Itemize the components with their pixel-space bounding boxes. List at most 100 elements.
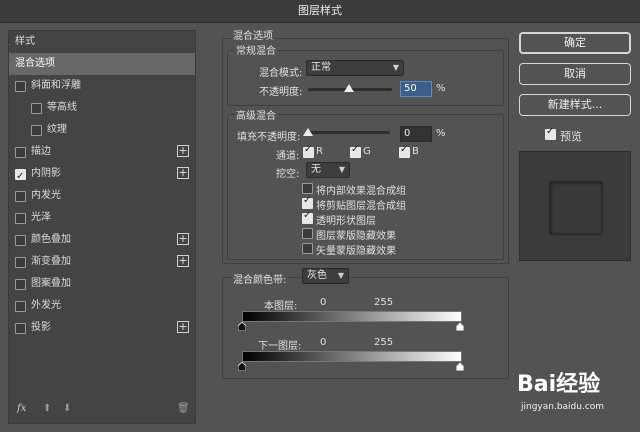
channel-b-checkbox[interactable]: [399, 144, 410, 158]
channel-g-label: G: [363, 146, 371, 157]
watermark-url: jingyan.baidu.com: [521, 402, 605, 412]
advanced-option-checkbox[interactable]: [302, 195, 313, 209]
watermark: Bai经验 jingyan.baidu.com: [515, 362, 635, 426]
advanced-option-checkbox[interactable]: [302, 243, 313, 254]
blending-options-title: 混合选项: [231, 27, 275, 42]
advanced-option-checkbox[interactable]: [302, 210, 313, 224]
sidebar-item-checkbox[interactable]: [15, 191, 26, 202]
sidebar-item[interactable]: 渐变叠加 +: [9, 251, 195, 273]
cancel-button[interactable]: 取消: [519, 63, 631, 85]
sidebar-item-checkbox[interactable]: [15, 147, 26, 158]
this-layer-max: 255: [374, 297, 394, 308]
sidebar-item[interactable]: 纹理: [9, 119, 195, 141]
blend-if-select[interactable]: 灰色 ▼: [302, 268, 349, 284]
advanced-option-checkbox[interactable]: [302, 183, 313, 194]
underlying-layer-gradient: [242, 351, 462, 362]
knockout-select[interactable]: 无 ▼: [306, 162, 350, 178]
knockout-label: 挖空:: [276, 169, 300, 180]
this-layer-white-stop[interactable]: [456, 322, 464, 331]
fill-opacity-slider-track[interactable]: [308, 131, 390, 134]
sidebar-item-label: 等高线: [47, 102, 77, 113]
sidebar-item-checkbox[interactable]: [15, 81, 26, 92]
advanced-option-label: 将剪贴图层混合成组: [316, 201, 406, 212]
general-blending-title: 常规混合: [234, 42, 278, 57]
add-effect-icon[interactable]: +: [177, 145, 189, 157]
sidebar-item-label: 内发光: [31, 190, 61, 201]
opacity-slider-thumb[interactable]: [344, 84, 354, 92]
styles-footer: fx ⬆ ⬇ 🗑: [9, 399, 195, 423]
sidebar-item-label: 渐变叠加: [31, 256, 71, 267]
styles-panel: 样式 混合选项斜面和浮雕等高线纹理描边 + 内阴影 + 内发光光泽颜色叠加 + 渐变叠加 + 图…: [8, 30, 196, 424]
sidebar-item[interactable]: 描边 +: [9, 141, 195, 163]
fill-opacity-percent: %: [436, 128, 446, 139]
channel-g-checkbox[interactable]: [350, 144, 361, 158]
add-effect-icon[interactable]: +: [177, 321, 189, 333]
sidebar-item-checkbox[interactable]: [31, 125, 42, 136]
sidebar-item[interactable]: 等高线: [9, 97, 195, 119]
advanced-option-checkbox[interactable]: [302, 228, 313, 239]
sidebar-item[interactable]: 混合选项: [9, 53, 195, 75]
sidebar-item[interactable]: 内发光: [9, 185, 195, 207]
sidebar-item-label: 斜面和浮雕: [31, 80, 81, 91]
new-style-button[interactable]: 新建样式...: [519, 94, 631, 116]
underlying-layer-label: 下一图层:: [258, 341, 302, 352]
opacity-input[interactable]: 50: [400, 81, 432, 97]
sidebar-item-checkbox[interactable]: [15, 301, 26, 312]
sidebar-item-checkbox[interactable]: [15, 166, 26, 188]
preview-checkbox[interactable]: [545, 126, 556, 140]
preview-label: 预览: [560, 130, 582, 143]
sidebar-item-checkbox[interactable]: [15, 257, 26, 268]
chevron-down-icon: ▼: [337, 271, 344, 280]
channel-r-label: R: [316, 146, 323, 157]
blend-if-label: 混合颜色带:: [231, 271, 289, 286]
knockout-value: 无: [311, 164, 321, 175]
sidebar-item-checkbox[interactable]: [15, 279, 26, 290]
advanced-option-label: 矢量蒙版隐藏效果: [316, 246, 396, 257]
this-layer-min: 0: [320, 297, 327, 308]
sidebar-item-checkbox[interactable]: [15, 213, 26, 224]
sidebar-item[interactable]: 颜色叠加 +: [9, 229, 195, 251]
channels-label: 通道:: [276, 151, 300, 162]
advanced-blending-title: 高级混合: [234, 107, 278, 122]
fill-opacity-slider-thumb[interactable]: [303, 128, 313, 136]
underlying-layer-black-stop[interactable]: [238, 362, 246, 371]
this-layer-black-stop[interactable]: [238, 322, 246, 331]
watermark-logo: Bai经验: [517, 372, 601, 397]
sidebar-item-checkbox[interactable]: [15, 323, 26, 334]
sidebar-item-label: 图案叠加: [31, 278, 71, 289]
blend-if-value: 灰色: [307, 270, 327, 281]
preview-swatch: [549, 181, 603, 235]
sidebar-item-label: 描边: [31, 146, 51, 157]
sidebar-item[interactable]: 投影 +: [9, 317, 195, 339]
sidebar-item-checkbox[interactable]: [15, 235, 26, 246]
add-effect-icon[interactable]: +: [177, 233, 189, 245]
chevron-down-icon: ▼: [338, 165, 345, 174]
move-down-icon[interactable]: ⬇: [63, 403, 71, 414]
add-effect-icon[interactable]: +: [177, 255, 189, 267]
sidebar-item-label: 纹理: [47, 124, 67, 135]
move-up-icon[interactable]: ⬆: [43, 403, 51, 414]
dialog-title: 图层样式: [0, 0, 640, 23]
trash-icon[interactable]: 🗑: [177, 403, 190, 414]
channel-r-checkbox[interactable]: [303, 144, 314, 158]
sidebar-item-label: 光泽: [31, 212, 51, 223]
ok-button[interactable]: 确定: [519, 32, 631, 54]
this-layer-label: 本图层:: [264, 301, 298, 312]
sidebar-item[interactable]: 图案叠加: [9, 273, 195, 295]
fill-opacity-label: 填充不透明度:: [237, 132, 301, 143]
blend-if-group: [222, 277, 509, 379]
sidebar-item-checkbox[interactable]: [31, 103, 42, 114]
fill-opacity-input[interactable]: 0: [400, 126, 432, 142]
add-effect-icon[interactable]: +: [177, 167, 189, 179]
styles-header[interactable]: 样式: [9, 31, 195, 53]
sidebar-item[interactable]: 内阴影 +: [9, 163, 195, 188]
fx-button[interactable]: fx: [17, 403, 26, 414]
advanced-option-label: 图层蒙版隐藏效果: [316, 231, 396, 242]
underlying-layer-white-stop[interactable]: [456, 362, 464, 371]
advanced-option-label: 透明形状图层: [316, 216, 376, 227]
sidebar-item[interactable]: 外发光: [9, 295, 195, 317]
sidebar-item[interactable]: 斜面和浮雕: [9, 75, 195, 97]
sidebar-item[interactable]: 光泽: [9, 207, 195, 229]
blend-mode-value: 正常: [311, 62, 331, 73]
blend-mode-select[interactable]: 正常 ▼: [306, 60, 404, 76]
